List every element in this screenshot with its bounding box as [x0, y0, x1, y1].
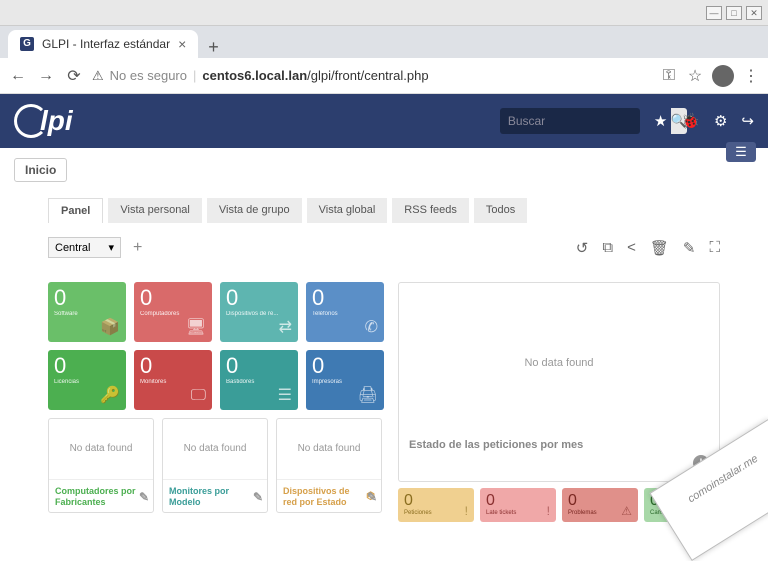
forward-button[interactable]: → [36, 67, 56, 85]
trash-icon[interactable]: 🗑 [650, 239, 669, 257]
window-titlebar: — □ ✕ [0, 0, 768, 26]
edit-chart-icon[interactable]: ✎ [139, 490, 149, 504]
warning-icon: ⚠ [621, 504, 632, 518]
hamburger-icon: ☰ [735, 144, 747, 159]
add-dashboard-button[interactable]: + [133, 239, 142, 257]
stat-card-software[interactable]: 0 Software 📦 [48, 282, 126, 342]
bookmark-star-icon[interactable]: ☆ [686, 66, 704, 86]
gear-icon[interactable]: ⚙ [714, 112, 727, 130]
logout-icon[interactable]: ↪ [741, 112, 754, 130]
tab-title: GLPI - Interfaz estándar [42, 37, 170, 51]
chart-computers-by-manufacturer[interactable]: No data found Computadores por Fabricant… [48, 418, 154, 513]
no-data-label: No data found [163, 419, 267, 479]
panel-toolbar: Central ▾ + ↺ ⧉ < 🗑 ✎ ⛶ [48, 237, 720, 258]
browser-toolbar: ← → ⟳ ⚠ No es seguro | centos6.local.lan… [0, 58, 768, 94]
edit-chart-icon[interactable]: ✎ [367, 490, 377, 504]
stat-card-network-devices[interactable]: 0 Dispositivos de re... ⇄ [220, 282, 298, 342]
dashboard-selected-value: Central [55, 242, 90, 254]
chevron-down-icon: ▾ [108, 241, 114, 254]
package-icon: 📦 [100, 317, 120, 337]
close-window-button[interactable]: ✕ [746, 6, 762, 20]
browser-tab[interactable]: G GLPI - Interfaz estándar × [8, 30, 198, 58]
chart-title: Estado de las peticiones por mes [409, 439, 709, 451]
search-box: 🔍 [500, 108, 640, 134]
tab-todos[interactable]: Todos [474, 198, 527, 223]
info-icon: ! [547, 504, 550, 518]
server-icon: ☰ [278, 385, 292, 405]
chart-monitors-by-model[interactable]: No data found Monitores por Modelo✎ [162, 418, 268, 513]
favicon-icon: G [20, 37, 34, 51]
stat-card-problems[interactable]: 0 Problemas ⚠ [562, 488, 638, 522]
desktop-icon: 🖥 [186, 317, 206, 337]
url-host: centos6.local.lan [202, 68, 307, 83]
share-icon[interactable]: < [627, 239, 636, 257]
dashboard-left-column: 0 Software 📦 0 Computadores 🖥 0 Disposit… [48, 282, 388, 522]
no-data-label: No data found [49, 419, 153, 479]
printer-icon: 🖨 [358, 385, 378, 405]
star-icon[interactable]: ★ [654, 112, 667, 130]
glpi-logo[interactable]: lpi [14, 104, 73, 138]
stat-card-racks[interactable]: 0 Bastidores ☰ [220, 350, 298, 410]
insecure-icon: ⚠ [92, 68, 104, 84]
chart-network-devices-by-state[interactable]: No data found Dispositivos de red por Es… [276, 418, 382, 513]
browser-tab-strip: G GLPI - Interfaz estándar × + [0, 26, 768, 58]
stat-card-monitors[interactable]: 0 Monitores 🖵 [134, 350, 212, 410]
tab-vista-grupo[interactable]: Vista de grupo [207, 198, 302, 223]
dashboard-tabs: Panel Vista personal Vista de grupo Vist… [48, 198, 720, 223]
stat-card-printers[interactable]: 0 Impresoras 🖨 [306, 350, 384, 410]
stat-card-phones[interactable]: 0 Teléfonos ✆ [306, 282, 384, 342]
no-data-label: No data found [409, 293, 709, 433]
chart-tickets-by-month[interactable]: No data found Estado de las peticiones p… [398, 282, 720, 482]
security-label: No es seguro [110, 68, 187, 83]
phone-icon: ✆ [365, 317, 378, 337]
no-data-label: No data found [277, 419, 381, 479]
browser-menu-icon[interactable]: ⋮ [742, 66, 760, 86]
tab-vista-personal[interactable]: Vista personal [108, 198, 202, 223]
bug-icon[interactable]: 🐞 [681, 112, 700, 130]
panel-actions: ↺ ⧉ < 🗑 ✎ ⛶ [576, 239, 720, 257]
search-input[interactable] [500, 114, 671, 128]
dashboard-select[interactable]: Central ▾ [48, 237, 121, 258]
tab-vista-global[interactable]: Vista global [307, 198, 388, 223]
monitor-icon: 🖵 [191, 387, 206, 405]
tab-panel[interactable]: Panel [48, 198, 103, 223]
minimize-button[interactable]: — [706, 6, 722, 20]
stat-card-computers[interactable]: 0 Computadores 🖥 [134, 282, 212, 342]
menu-toggle-button[interactable]: ☰ [726, 142, 756, 162]
edit-chart-icon[interactable]: ✎ [253, 490, 263, 504]
address-bar[interactable]: ⚠ No es seguro | centos6.local.lan/glpi/… [92, 68, 652, 84]
history-icon[interactable]: ↺ [576, 239, 589, 257]
breadcrumb: Inicio [0, 148, 768, 188]
stat-card-licenses[interactable]: 0 Licencias 🔑 [48, 350, 126, 410]
url-path: /glpi/front/central.php [307, 68, 428, 83]
edit-icon[interactable]: ✎ [683, 239, 696, 257]
maximize-button[interactable]: □ [726, 6, 742, 20]
reload-button[interactable]: ⟳ [64, 66, 84, 86]
main-content: Panel Vista personal Vista de grupo Vist… [0, 188, 768, 522]
breadcrumb-home[interactable]: Inicio [14, 158, 67, 182]
key-icon: 🔑 [100, 385, 120, 405]
profile-avatar[interactable] [712, 65, 734, 87]
back-button[interactable]: ← [8, 67, 28, 85]
close-tab-icon[interactable]: × [178, 36, 186, 52]
key-icon[interactable]: ⚿ [660, 67, 678, 85]
clone-icon[interactable]: ⧉ [602, 239, 613, 257]
fullscreen-icon[interactable]: ⛶ [709, 239, 720, 257]
tab-rss[interactable]: RSS feeds [392, 198, 469, 223]
info-icon: ! [465, 504, 468, 518]
stat-card-tickets[interactable]: 0 Peticiones ! [398, 488, 474, 522]
network-icon: ⇄ [279, 317, 292, 337]
glpi-header: lpi 🔍 ★ 🐞 ⚙ ↪ ☰ [0, 94, 768, 148]
stat-card-late-tickets[interactable]: 0 Late tickets ! [480, 488, 556, 522]
new-tab-button[interactable]: + [198, 37, 229, 58]
